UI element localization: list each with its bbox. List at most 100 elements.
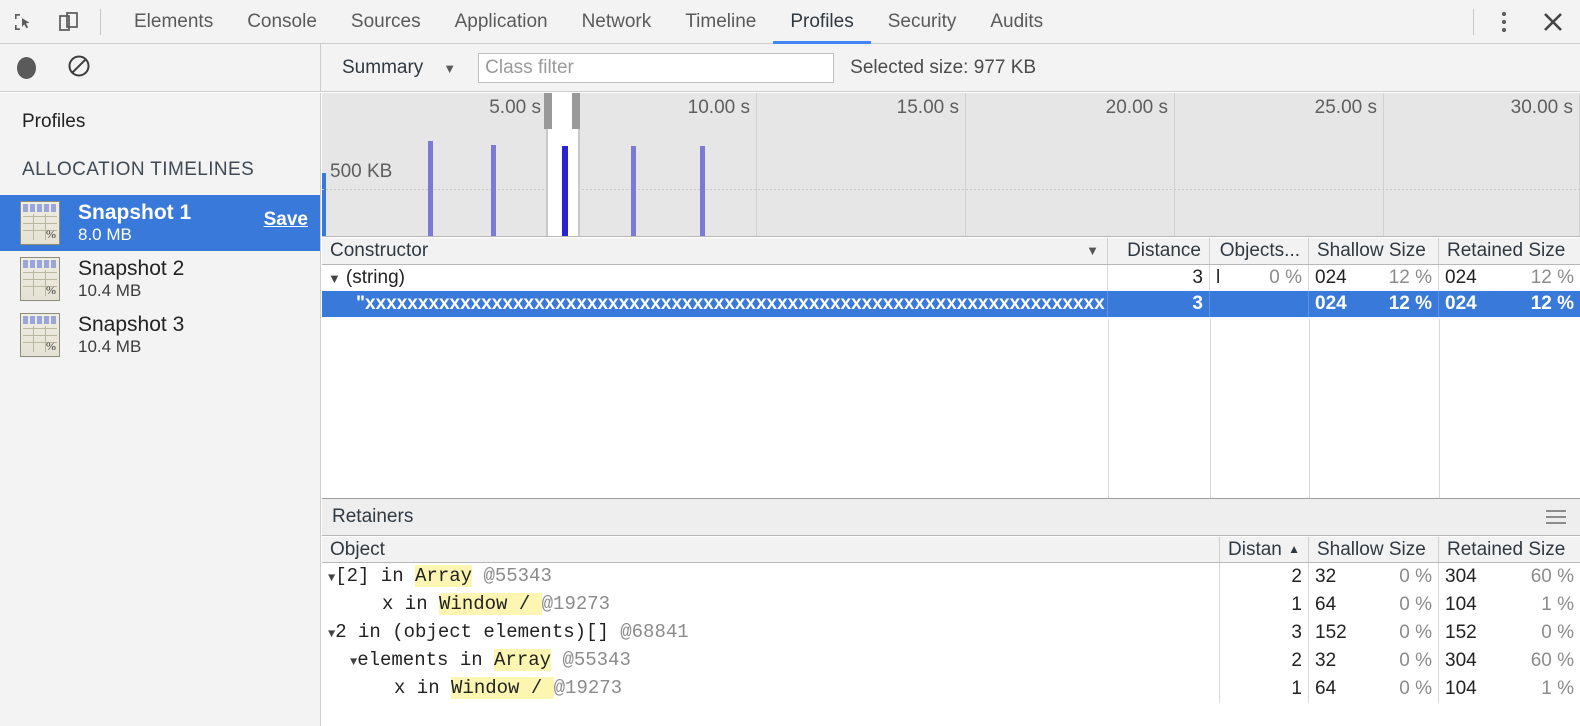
profiles-sidebar: Profiles ALLOCATION TIMELINES % Snapshot… (0, 93, 321, 726)
column-header-shallow-size[interactable]: Shallow Size (1309, 238, 1439, 264)
allocation-bar-selected (562, 146, 568, 236)
cell-retained-size: 1520 % (1439, 619, 1580, 647)
cell-shallow-size: 02412 % (1309, 265, 1439, 291)
column-header-shallow-size[interactable]: Shallow Size (1309, 537, 1439, 562)
retainer-row[interactable]: x in Window / @19273 1 640 % 1041 % (322, 591, 1580, 619)
sort-desc-icon: ▼ (1086, 238, 1099, 264)
overview-time-tick: 20.00 s (1106, 97, 1174, 119)
column-header-distance[interactable]: Distan▲ (1220, 537, 1309, 562)
cell-shallow-size: 320 % (1309, 647, 1439, 675)
tab-console[interactable]: Console (230, 0, 334, 44)
overview-gridline (1383, 93, 1384, 236)
cell-shallow-size: 02412 % (1309, 291, 1439, 317)
grid-column-divider (1309, 319, 1310, 498)
overview-gridline (1174, 93, 1175, 236)
cell-distance: 1 (1220, 591, 1309, 619)
cell-constructor: ▼(string) (322, 265, 1108, 291)
overview-left-marker (322, 173, 326, 236)
sort-asc-icon: ▲ (1288, 537, 1300, 562)
hamburger-menu-icon[interactable] (1546, 506, 1566, 528)
cell-distance: 3 (1108, 291, 1210, 317)
device-toolbar-icon[interactable] (46, 0, 92, 44)
summary-controls: Summary ▼ Selected size: 977 KB (322, 44, 1580, 92)
overview-time-tick: 15.00 s (897, 97, 965, 119)
tab-audits[interactable]: Audits (973, 0, 1060, 44)
snapshot-icon: % (20, 257, 60, 301)
grid-header-row: Constructor ▼ Distance Objects... Shallo… (322, 238, 1580, 265)
tab-elements[interactable]: Elements (117, 0, 230, 44)
cell-shallow-size: 640 % (1309, 591, 1439, 619)
view-select-label[interactable]: Summary (342, 57, 423, 79)
grid-empty-area (322, 319, 1580, 498)
chevron-down-icon[interactable]: ▼ (443, 61, 456, 76)
cell-distance: 2 (1220, 647, 1309, 675)
sidebar-item-snapshot-3[interactable]: % Snapshot 3 10.4 MB (0, 307, 320, 363)
heap-constructors-grid: Constructor ▼ Distance Objects... Shallo… (322, 238, 1580, 498)
retainers-section-header: Retainers (322, 498, 1580, 536)
retainer-row[interactable]: ▼2 in (object elements)[] @68841 3 1520 … (322, 619, 1580, 647)
grid-column-divider (1210, 319, 1211, 498)
retainers-header-row: Object Distan▲ Shallow Size Retained Siz… (322, 537, 1580, 563)
cell-distance: 3 (1108, 265, 1210, 291)
column-header-objects[interactable]: Objects... (1210, 238, 1309, 264)
column-header-object[interactable]: Object (322, 537, 1220, 562)
column-header-constructor[interactable]: Constructor ▼ (322, 238, 1108, 264)
overview-time-tick: 30.00 s (1511, 97, 1579, 119)
overview-gridline (756, 93, 757, 236)
cell-distance: 1 (1220, 675, 1309, 703)
retainer-row[interactable]: ▼elements in Array @55343 2 320 % 30460 … (322, 647, 1580, 675)
sidebar-item-snapshot-1[interactable]: % Snapshot 1 8.0 MB Save (0, 195, 320, 251)
snapshot-name: Snapshot 3 (78, 313, 184, 337)
snapshot-text: Snapshot 1 8.0 MB (78, 201, 191, 244)
sidebar-item-snapshot-2[interactable]: % Snapshot 2 10.4 MB (0, 251, 320, 307)
cell-distance: 2 (1220, 563, 1309, 591)
snapshot-name: Snapshot 1 (78, 201, 191, 225)
snapshot-size: 8.0 MB (78, 225, 191, 245)
retainer-row[interactable]: x in Window / @19273 1 640 % 1041 % (322, 675, 1580, 703)
overview-selection-handle-left[interactable] (544, 93, 552, 129)
cell-shallow-size: 320 % (1309, 563, 1439, 591)
record-circle-icon[interactable] (17, 57, 36, 79)
allocation-bar (491, 145, 496, 236)
snapshot-list: % Snapshot 1 8.0 MB Save % (0, 195, 320, 363)
retainers-title: Retainers (332, 506, 413, 528)
table-row[interactable]: ▼(string) 3 l0 % 02412 % 02412 % (322, 265, 1580, 291)
cell-retained-size: 30460 % (1439, 647, 1580, 675)
tab-timeline[interactable]: Timeline (668, 0, 773, 44)
table-row-selected[interactable]: "xxxxxxxxxxxxxxxxxxxxxxxxxxxxxxxxxxxxxxx… (322, 291, 1580, 317)
snapshot-size: 10.4 MB (78, 337, 184, 357)
class-filter-input[interactable] (478, 53, 834, 83)
cell-object: ▼2 in (object elements)[] @68841 (322, 619, 1220, 647)
clear-no-entry-icon[interactable] (66, 53, 92, 84)
allocation-overview-graph[interactable]: 500 KB 5.00 s 10.00 s 15.00 s 20.00 s 25… (322, 93, 1580, 237)
toolbar-divider (100, 9, 101, 35)
column-header-distance[interactable]: Distance (1108, 238, 1210, 264)
cell-retained-size: 1041 % (1439, 591, 1580, 619)
overview-y-label: 500 KB (330, 161, 392, 183)
cell-constructor: "xxxxxxxxxxxxxxxxxxxxxxxxxxxxxxxxxxxxxxx… (322, 291, 1108, 317)
tab-security[interactable]: Security (871, 0, 974, 44)
overview-selection-handle-right[interactable] (572, 93, 580, 129)
snapshot-name: Snapshot 2 (78, 257, 184, 281)
retainer-row[interactable]: ▼[2] in Array @55343 2 320 % 30460 % (322, 563, 1580, 591)
cell-object: x in Window / @19273 (322, 675, 1220, 703)
profiles-controls-bar: Summary ▼ Selected size: 977 KB (0, 44, 1580, 92)
tab-sources[interactable]: Sources (334, 0, 438, 44)
cell-shallow-size: 1520 % (1309, 619, 1439, 647)
cell-object: ▼[2] in Array @55343 (322, 563, 1220, 591)
cell-objects (1210, 291, 1309, 317)
tab-profiles[interactable]: Profiles (773, 0, 870, 44)
expand-triangle-icon: ▼ (328, 266, 341, 291)
sidebar-section-allocation-timelines: ALLOCATION TIMELINES (0, 133, 320, 181)
cell-retained-size: 30460 % (1439, 563, 1580, 591)
tab-network[interactable]: Network (565, 0, 669, 44)
overview-baseline (322, 189, 1580, 190)
column-header-retained-size[interactable]: Retained Size (1439, 238, 1580, 264)
save-snapshot-link[interactable]: Save (264, 209, 308, 231)
column-header-retained-size[interactable]: Retained Size (1439, 537, 1580, 562)
close-icon[interactable] (1526, 0, 1580, 44)
more-options-icon[interactable] (1482, 0, 1526, 44)
inspect-element-icon[interactable] (0, 0, 46, 44)
tab-application[interactable]: Application (438, 0, 565, 44)
allocation-bar (631, 146, 636, 236)
